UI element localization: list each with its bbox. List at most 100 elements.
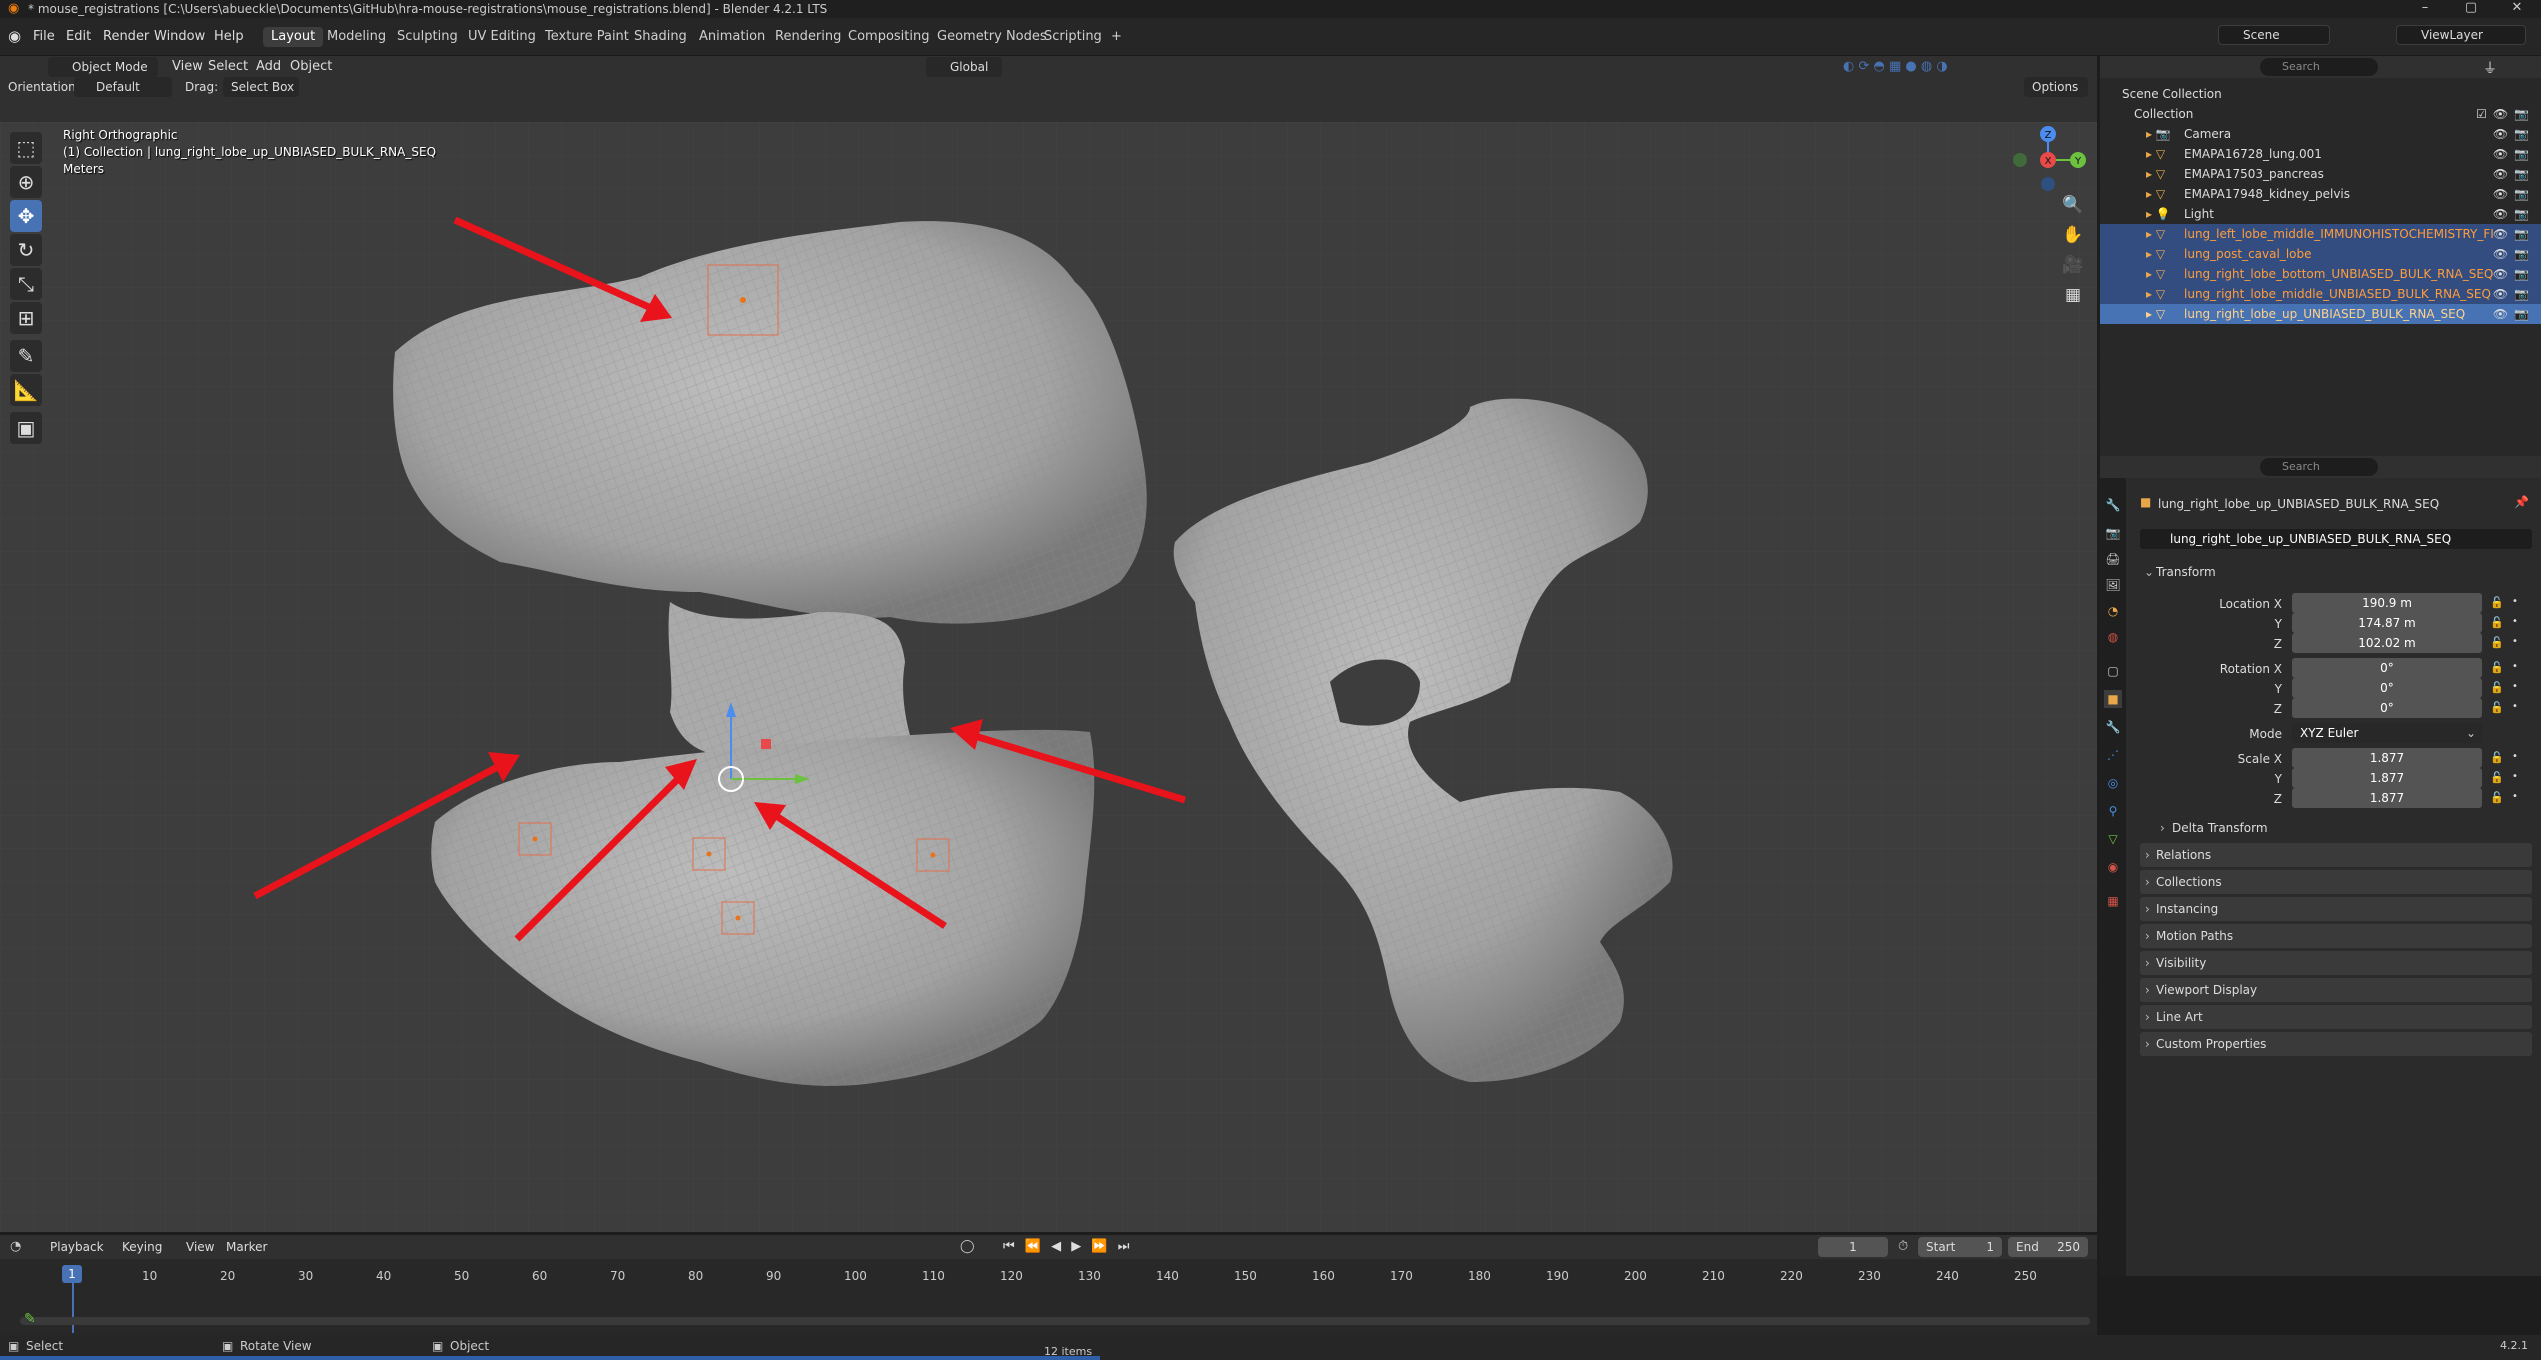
select-box-tool[interactable]: ⬚ bbox=[10, 132, 42, 164]
panel-viewport-display[interactable]: Viewport Display bbox=[2140, 978, 2532, 1002]
tab-layout[interactable]: Layout bbox=[263, 27, 324, 47]
keyframe-dot-icon[interactable]: • bbox=[2512, 771, 2518, 782]
mode-dropdown[interactable]: Object Mode bbox=[48, 57, 158, 77]
menu-help[interactable]: Help bbox=[214, 27, 244, 47]
outliner-item-pancreas[interactable]: ▸ ▽ EMAPA17503_pancreas 👁📷 bbox=[2100, 164, 2541, 184]
visibility-icons[interactable]: ☑👁📷 bbox=[2476, 104, 2535, 124]
keyframe-dot-icon[interactable]: • bbox=[2512, 791, 2518, 802]
outliner-item-kidney[interactable]: ▸ ▽ EMAPA17948_kidney_pelvis 👁📷 bbox=[2100, 184, 2541, 204]
visibility-icons[interactable]: 👁📷 bbox=[2493, 304, 2535, 324]
tab-shading[interactable]: Shading bbox=[626, 27, 695, 47]
lung-neck-mesh[interactable] bbox=[668, 602, 915, 761]
rotation-x-field[interactable]: 0° bbox=[2292, 658, 2482, 678]
scale-z-field[interactable]: 1.877 bbox=[2292, 788, 2482, 808]
cursor-tool[interactable]: ⊕ bbox=[10, 166, 42, 198]
menu-keying[interactable]: Keying bbox=[122, 1237, 162, 1257]
visibility-icons[interactable]: 👁📷 bbox=[2493, 284, 2535, 304]
world-tab-icon[interactable]: ◍ bbox=[2104, 628, 2122, 646]
collection-tab-icon[interactable]: ▢ bbox=[2104, 662, 2122, 680]
view-layer-tab-icon[interactable]: 🖼 bbox=[2104, 576, 2122, 594]
render-tab-icon[interactable]: 📷 bbox=[2104, 524, 2122, 542]
location-z-field[interactable]: 102.02 m bbox=[2292, 633, 2482, 653]
outliner-item-lung-right-bottom[interactable]: ▸ ▽ lung_right_lobe_bottom_UNBIASED_BULK_… bbox=[2100, 264, 2541, 284]
visibility-icons[interactable]: 👁📷 bbox=[2493, 224, 2535, 244]
visibility-icons[interactable]: 👁📷 bbox=[2493, 244, 2535, 264]
outliner-item-light[interactable]: ▸ 💡 Light 👁📷 bbox=[2100, 204, 2541, 224]
scale-tool[interactable]: ⤡ bbox=[10, 268, 42, 300]
lock-icon[interactable]: 🔓 bbox=[2490, 661, 2504, 674]
location-y-field[interactable]: 174.87 m bbox=[2292, 613, 2482, 633]
keyframe-dot-icon[interactable]: • bbox=[2512, 701, 2518, 712]
transform-tool[interactable]: ⊞ bbox=[10, 302, 42, 334]
panel-collections[interactable]: Collections bbox=[2140, 870, 2532, 894]
measure-tool[interactable]: 📐 bbox=[10, 374, 42, 406]
options-dropdown[interactable]: Options bbox=[2024, 77, 2088, 97]
outliner-item-lung[interactable]: ▸ ▽ EMAPA16728_lung.001 👁📷 bbox=[2100, 144, 2541, 164]
scene-tab-icon[interactable]: ◔ bbox=[2104, 602, 2122, 620]
panel-line-art[interactable]: Line Art bbox=[2140, 1005, 2532, 1029]
add-workspace-button[interactable]: + bbox=[1103, 27, 1130, 47]
tab-uv-editing[interactable]: UV Editing bbox=[460, 27, 544, 47]
pan-hand-icon[interactable]: ✋ bbox=[2060, 222, 2086, 248]
tab-compositing[interactable]: Compositing bbox=[840, 27, 938, 47]
clock-icon[interactable]: ◔ bbox=[10, 1237, 21, 1257]
constraints-tab-icon[interactable]: ⚲ bbox=[2104, 802, 2122, 820]
visibility-icons[interactable]: 👁📷 bbox=[2493, 164, 2535, 184]
menu-file[interactable]: File bbox=[33, 27, 55, 47]
tool-tab-icon[interactable]: 🔧 bbox=[2104, 496, 2122, 514]
start-frame-field[interactable]: Start 1 bbox=[1918, 1237, 2002, 1257]
outliner-item-camera[interactable]: ▸ 📷 Camera 👁📷 bbox=[2100, 124, 2541, 144]
scale-y-field[interactable]: 1.877 bbox=[2292, 768, 2482, 788]
texture-tab-icon[interactable]: ▦ bbox=[2104, 892, 2122, 910]
visibility-icons[interactable]: 👁📷 bbox=[2493, 264, 2535, 284]
lock-icon[interactable]: 🔓 bbox=[2490, 701, 2504, 714]
menu-render[interactable]: Render bbox=[103, 27, 149, 47]
outliner-item-lung-post-caval[interactable]: ▸ ▽ lung_post_caval_lobe 👁📷 bbox=[2100, 244, 2541, 264]
current-frame-field[interactable]: 1 bbox=[1818, 1237, 1888, 1257]
keyframe-dot-icon[interactable]: • bbox=[2512, 751, 2518, 762]
tab-animation[interactable]: Animation bbox=[691, 27, 773, 47]
maximize-button[interactable]: ▢ bbox=[2448, 0, 2494, 18]
tab-texture-paint[interactable]: Texture Paint bbox=[537, 27, 637, 47]
lock-icon[interactable]: 🔓 bbox=[2490, 751, 2504, 764]
data-tab-icon[interactable]: ▽ bbox=[2104, 830, 2122, 848]
menu-playback[interactable]: Playback bbox=[50, 1237, 104, 1257]
annotate-tool[interactable]: ✎ bbox=[10, 340, 42, 372]
keyframe-dot-icon[interactable]: • bbox=[2512, 616, 2518, 627]
tab-scripting[interactable]: Scripting bbox=[1036, 27, 1110, 47]
visibility-icons[interactable]: 👁📷 bbox=[2493, 204, 2535, 224]
rotation-mode-dropdown[interactable]: XYZ Euler ⌄ bbox=[2292, 723, 2482, 743]
scale-x-field[interactable]: 1.877 bbox=[2292, 748, 2482, 768]
playback-controls[interactable]: ⏮ ⏪ ◀ ▶ ⏩ ⏭ bbox=[1003, 1237, 1132, 1257]
lock-icon[interactable]: 🔓 bbox=[2490, 596, 2504, 609]
camera-view-icon[interactable]: 🎥 bbox=[2060, 252, 2086, 278]
filter-icon[interactable]: ⏚ bbox=[2483, 58, 2497, 78]
end-frame-field[interactable]: End 250 bbox=[2008, 1237, 2088, 1257]
outliner-item-lung-right-middle[interactable]: ▸ ▽ lung_right_lobe_middle_UNBIASED_BULK_… bbox=[2100, 284, 2541, 304]
visibility-icons[interactable]: 👁📷 bbox=[2493, 124, 2535, 144]
menu-select[interactable]: Select bbox=[208, 57, 248, 77]
keyframe-dot-icon[interactable]: • bbox=[2512, 681, 2518, 692]
output-tab-icon[interactable]: 🖨 bbox=[2104, 550, 2122, 568]
outliner-collection[interactable]: Collection ☑👁📷 bbox=[2100, 104, 2541, 124]
modifier-tab-icon[interactable]: 🔧 bbox=[2104, 718, 2122, 736]
orientation-dropdown[interactable]: Default bbox=[74, 77, 172, 97]
rotate-tool[interactable]: ↻ bbox=[10, 234, 42, 266]
panel-relations[interactable]: Relations bbox=[2140, 843, 2532, 867]
3d-viewport[interactable]: ⬚ ⊕ ✥ ↻ ⤡ ⊞ ✎ 📐 ▣ Right Orthographic (1)… bbox=[0, 122, 2097, 1232]
lock-icon[interactable]: 🔓 bbox=[2490, 616, 2504, 629]
visibility-icons[interactable]: 👁📷 bbox=[2493, 144, 2535, 164]
timeline-scrollbar[interactable] bbox=[20, 1317, 2090, 1325]
material-tab-icon[interactable]: ◉ bbox=[2104, 858, 2122, 876]
location-x-field[interactable]: 190.9 m bbox=[2292, 593, 2482, 613]
tab-rendering[interactable]: Rendering bbox=[767, 27, 849, 47]
pin-icon[interactable]: 📌 bbox=[2514, 495, 2529, 509]
move-tool[interactable]: ✥ bbox=[10, 200, 42, 232]
playhead-line[interactable] bbox=[72, 1283, 74, 1333]
lock-icon[interactable]: 🔓 bbox=[2490, 681, 2504, 694]
keyframe-dot-icon[interactable]: • bbox=[2512, 596, 2518, 607]
lock-icon[interactable]: 🔓 bbox=[2490, 791, 2504, 804]
rotation-y-field[interactable]: 0° bbox=[2292, 678, 2482, 698]
properties-search[interactable]: Search bbox=[2260, 458, 2378, 476]
viewlayer-selector[interactable]: ViewLayer bbox=[2396, 25, 2526, 45]
